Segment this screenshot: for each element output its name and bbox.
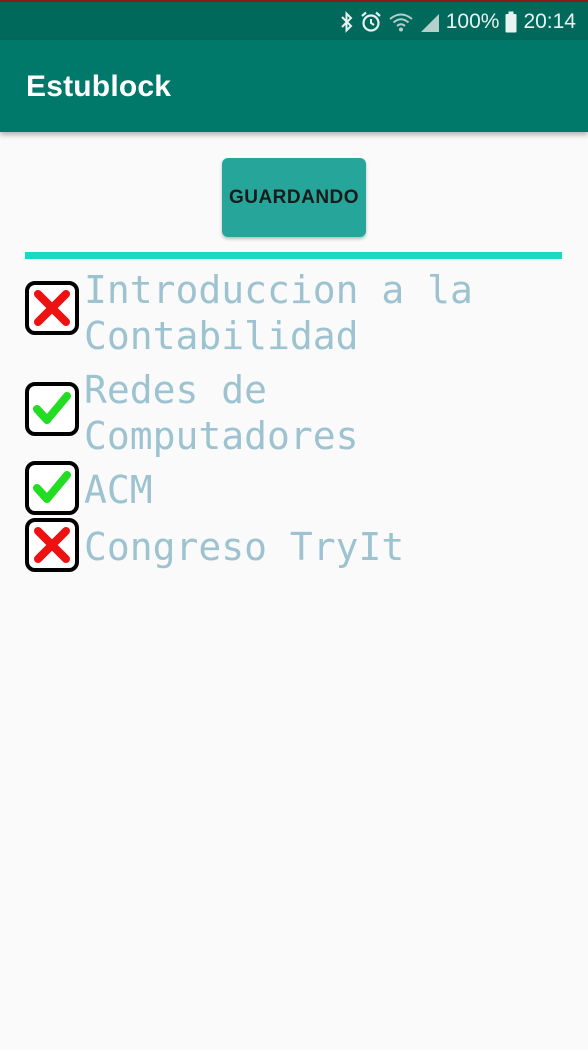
task-label: Redes de Computadores	[84, 368, 359, 458]
status-icons: 100% 20:14	[340, 8, 576, 36]
task-checkbox[interactable]	[25, 518, 79, 572]
task-checkbox[interactable]	[25, 461, 79, 515]
signal-icon	[420, 11, 440, 33]
task-label: Congreso TryIt	[84, 525, 405, 569]
app-bar: Estublock	[0, 40, 588, 132]
status-time: 20:14	[523, 10, 576, 33]
task-item: ACM	[25, 461, 565, 515]
app-title: Estublock	[26, 70, 172, 103]
save-button[interactable]: GUARDANDO	[222, 158, 366, 237]
battery-percent: 100%	[445, 10, 500, 33]
task-checkbox[interactable]	[25, 382, 79, 436]
battery-icon	[505, 11, 517, 33]
task-item: Congreso TryIt	[25, 518, 565, 572]
task-item: Introduccion a la Contabilidad	[25, 267, 565, 359]
wifi-icon	[388, 11, 414, 33]
divider	[25, 252, 562, 259]
task-label: Introduccion a la Contabilidad	[84, 268, 496, 358]
bluetooth-icon	[340, 11, 354, 33]
task-item: Redes de Computadores	[25, 367, 565, 459]
alarm-icon	[360, 11, 382, 33]
task-checkbox[interactable]	[25, 281, 79, 335]
status-bar: 100% 20:14	[0, 0, 588, 40]
task-label: ACM	[84, 468, 153, 512]
